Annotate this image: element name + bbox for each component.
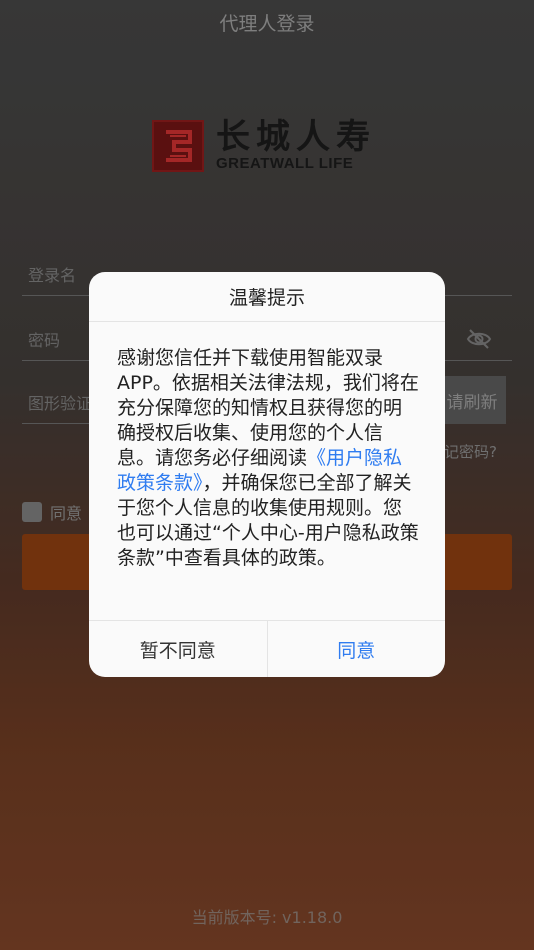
privacy-dialog: 温馨提示 感谢您信任并下载使用智能双录APP。依据相关法律法规，我们将在充分保障… <box>89 272 445 677</box>
accept-button[interactable]: 同意 <box>268 621 446 677</box>
dialog-title: 温馨提示 <box>89 272 445 322</box>
decline-button[interactable]: 暂不同意 <box>89 621 268 677</box>
dialog-body: 感谢您信任并下载使用智能双录APP。依据相关法律法规，我们将在充分保障您的知情权… <box>89 322 445 619</box>
dialog-footer: 暂不同意 同意 <box>89 620 445 677</box>
